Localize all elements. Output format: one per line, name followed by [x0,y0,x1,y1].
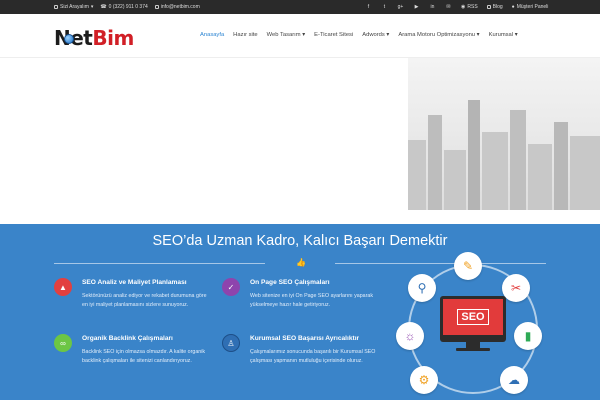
chevron-down-icon: ▾ [90,4,94,10]
monitor-icon: SEO [440,296,506,342]
thumbs-up-icon: 👍 [296,258,306,267]
feature-title: On Page SEO Çalışmaları [250,279,330,286]
phone-number[interactable]: ☎ 0 (322) 911 0 374 [100,4,147,10]
nav-item-adwords[interactable]: Adwords ▾ [362,32,389,38]
email-link[interactable]: info@netbim.com [154,4,200,10]
site-header: NetBim Anasayfa Hazır site Web Tasarım ▾… [0,14,600,58]
feature-text: Backlink SEO için olmazsa olmazdır. A ka… [82,349,206,364]
seo-screen-label: SEO [457,309,489,325]
person-icon: ♙ [222,334,240,352]
chevron-down-icon: ▾ [386,32,390,38]
google-plus-icon[interactable]: g+ [397,4,404,10]
monitor-base [456,348,490,351]
feature-title: Kurumsal SEO Başarısı Ayrıcalıktır [250,335,360,342]
nav-item-ecommerce[interactable]: E-Ticaret Sitesi [314,32,353,38]
chart-icon: ▲ [54,278,72,296]
lightbulb-icon: ☼ [396,322,424,350]
growth-chart-icon: ▮ [514,322,542,350]
feature-text: Web sitenize en iyi On Page SEO ayarları… [250,293,373,308]
building [482,132,508,210]
top-bar: Sizi Arayalım ▾ ☎ 0 (322) 911 0 374 info… [0,0,600,14]
phone-square-icon [54,5,58,9]
rss-icon: ◉ [461,4,466,10]
gear-icon: ⚙ [410,366,438,394]
wrench-icon: ✂ [502,274,530,302]
building [510,110,526,210]
twitter-icon[interactable]: t [381,4,388,10]
seo-illustration: ✎ ⚲ ✂ ☼ ▮ ⚙ ☁ SEO [396,252,550,400]
monitor-screen: SEO [443,299,503,335]
building [408,140,426,210]
envelope-icon [154,5,159,9]
comment-icon [486,5,491,9]
nav-item-corporate[interactable]: Kurumsal ▾ [489,32,518,38]
phone-icon: ☎ [100,4,107,10]
blog-link[interactable]: Blog [486,4,503,10]
nav-item-home[interactable]: Anasayfa [200,32,224,38]
city-skyline-image [408,58,600,210]
building [570,136,600,210]
magnifier-icon: ⚲ [408,274,436,302]
call-me-dropdown[interactable]: Sizi Arayalım ▾ [54,4,93,10]
facebook-icon[interactable]: f [365,4,372,10]
building [468,100,480,210]
main-nav: Anasayfa Hazır site Web Tasarım ▾ E-Tica… [200,32,518,38]
nav-item-ready-site[interactable]: Hazır site [233,32,257,38]
section-headline: SEO’da Uzman Kadro, Kalıcı Başarı Demekt… [152,233,448,249]
building [554,122,568,210]
mail-icon[interactable]: ✉ [445,4,452,10]
user-icon: ● [511,4,515,10]
hero-slider [0,58,600,224]
building [428,115,442,210]
youtube-icon[interactable]: ▶ [413,4,420,10]
feature-text: Sektörünüzü analiz ediyor ve rekabet dur… [82,293,207,308]
divider [54,263,265,264]
chevron-down-icon: ▾ [514,32,518,38]
customer-panel-link[interactable]: ● Müşteri Paneli [512,4,549,10]
link-icon: ∞ [54,334,72,352]
check-icon: ✓ [222,278,240,296]
building [444,150,466,210]
chevron-down-icon: ▾ [302,32,306,38]
linkedin-icon[interactable]: in [429,4,436,10]
nav-item-web-design[interactable]: Web Tasarım ▾ [267,32,305,38]
rss-link[interactable]: ◉ RSS [461,4,478,10]
globe-icon [64,34,74,44]
feature-title: SEO Analiz ve Maliyet Planlaması [82,279,187,286]
chevron-down-icon: ▾ [476,32,480,38]
feature-text: Çalışmalarımız sonucunda başarılı bir Ku… [250,349,376,364]
tools-icon: ✎ [454,252,482,280]
nav-item-seo[interactable]: Arama Motoru Optimizasyonu ▾ [398,32,479,38]
building [528,144,552,210]
feature-title: Organik Backlink Çalışmaları [82,335,173,342]
cloud-icon: ☁ [500,366,528,394]
